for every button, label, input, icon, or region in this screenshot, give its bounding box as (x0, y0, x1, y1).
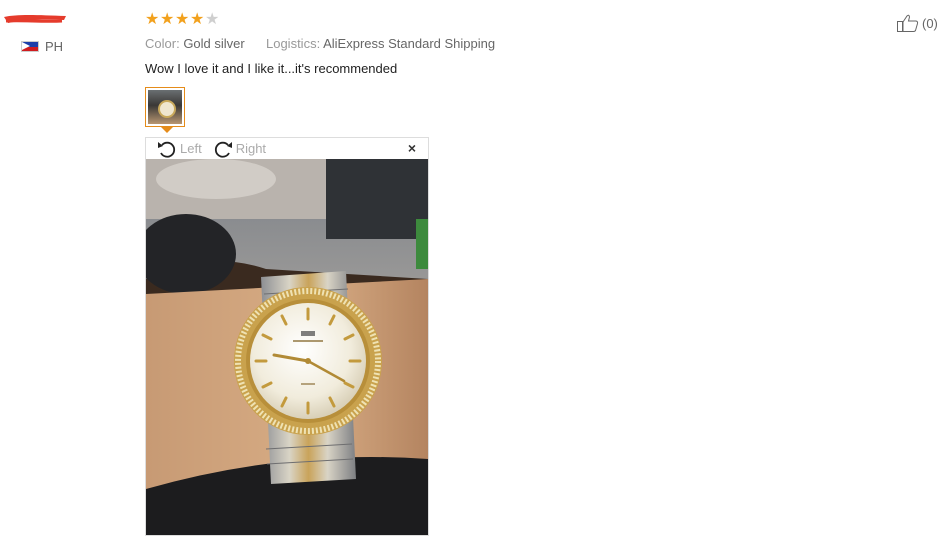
review-text: Wow I love it and I like it...it's recom… (145, 61, 398, 76)
rotate-left-icon (158, 141, 176, 158)
rotate-right-icon (214, 141, 232, 158)
thumbs-up-icon (897, 14, 919, 32)
star-rating: ★ ★ ★ ★ ★ (145, 12, 219, 28)
logistics-label: Logistics: (265, 36, 321, 51)
logistics-value: AliExpress Standard Shipping (323, 36, 496, 51)
helpful-count: (0) (922, 15, 938, 31)
color-label: Color: (145, 36, 180, 51)
rotate-right-label: Right (235, 141, 267, 156)
order-attributes: Color: Gold silver Logistics: AliExpress… (145, 36, 495, 51)
star-icon: ★ (190, 11, 205, 28)
country-code: PH (45, 39, 64, 54)
thumbnail-selected-indicator (161, 127, 173, 133)
review-photo-thumbnail[interactable] (145, 87, 185, 127)
rotate-left-button[interactable]: Left (156, 139, 202, 159)
close-icon[interactable]: × (408, 141, 416, 155)
star-icon: ★ (160, 11, 175, 28)
redacted-reviewer-name (2, 12, 68, 26)
reviewer-country: PH (21, 39, 63, 54)
photo-viewer: Left Right × (145, 137, 429, 536)
star-icon: ★ (175, 11, 190, 28)
helpful-button[interactable]: (0) (896, 13, 938, 33)
star-icon: ★ (205, 11, 220, 28)
rotate-left-label: Left (180, 141, 202, 156)
star-icon: ★ (145, 11, 160, 28)
rotate-right-button[interactable]: Right (212, 139, 266, 159)
review-photo (146, 159, 428, 535)
philippines-flag-icon (21, 41, 39, 52)
photo-viewer-toolbar: Left Right × (146, 138, 428, 159)
color-value: Gold silver (183, 36, 245, 51)
